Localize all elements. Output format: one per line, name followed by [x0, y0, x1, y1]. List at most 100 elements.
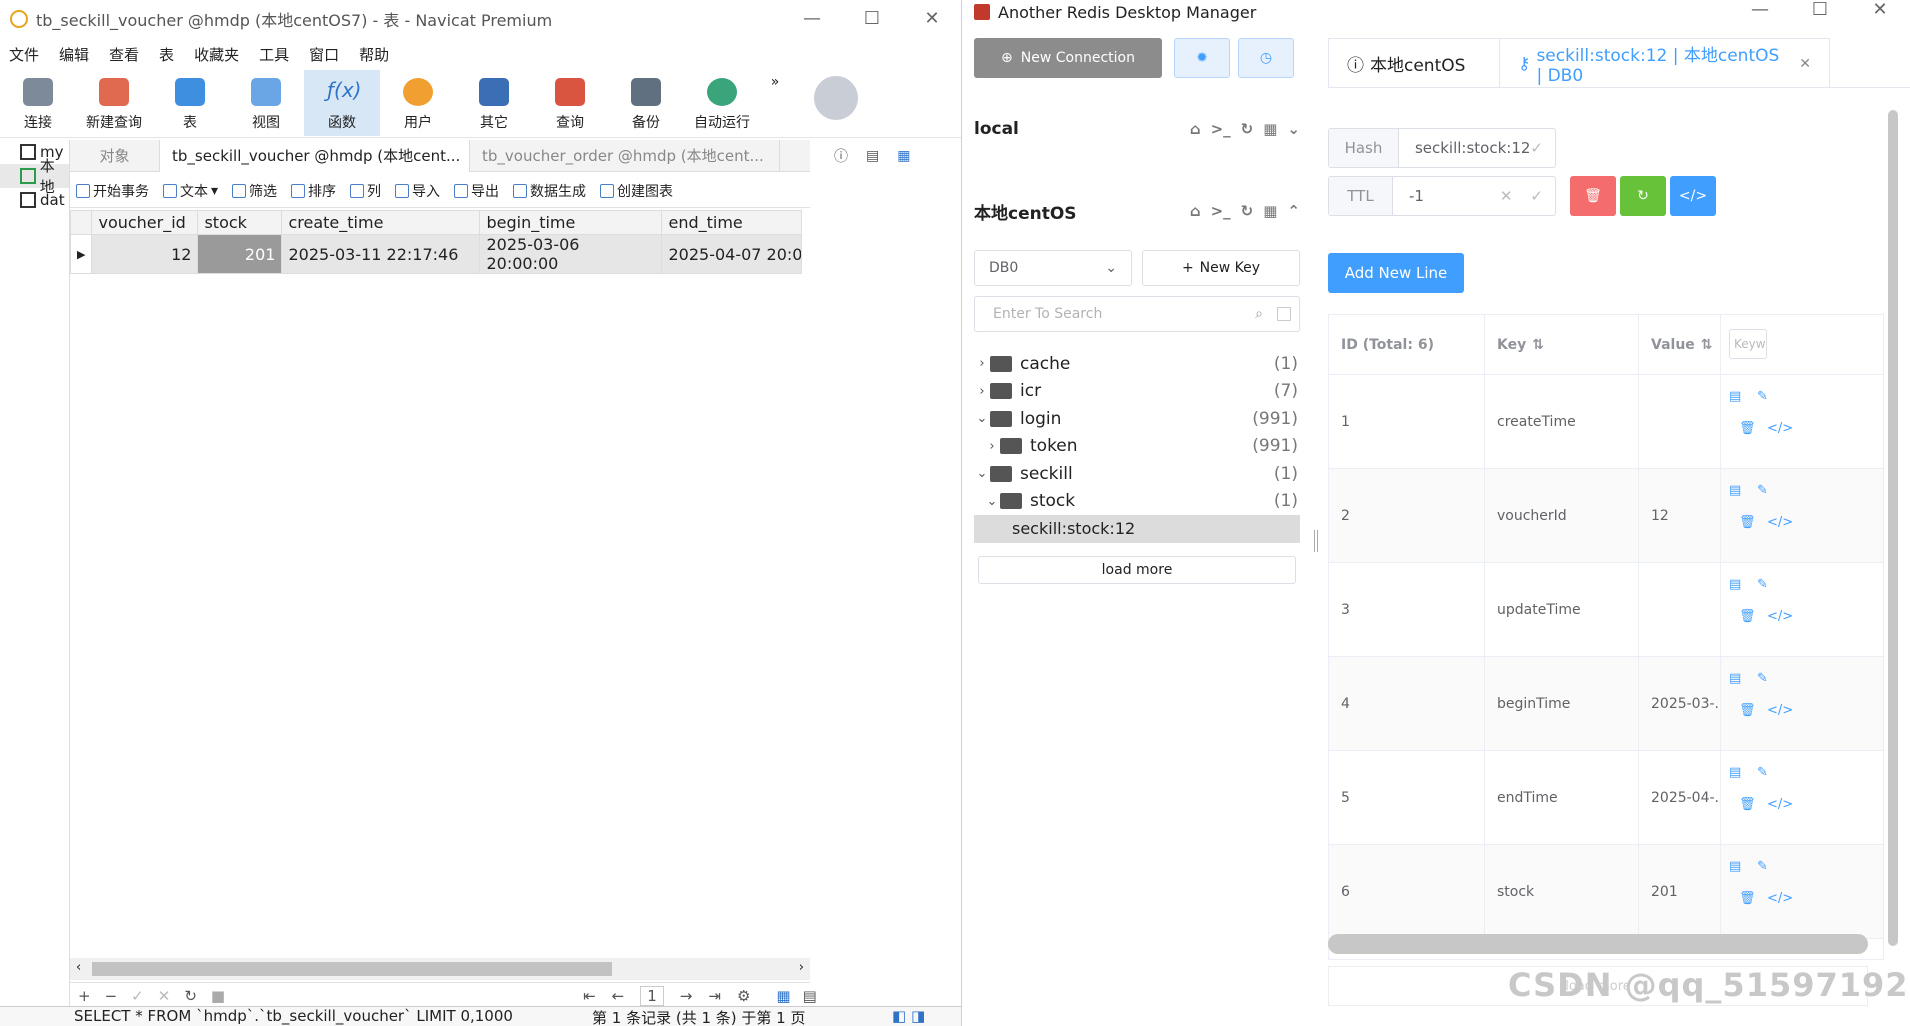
tree-node-local[interactable]: 本地	[0, 157, 69, 196]
edit-icon[interactable]: ✎	[1757, 765, 1768, 780]
dump-command-button[interactable]: </>	[1670, 176, 1716, 216]
menu-file[interactable]: 文件	[0, 40, 50, 70]
tree-folder-cache[interactable]: › cache (1)	[974, 350, 1300, 378]
text-button[interactable]: 文本 ▾	[163, 181, 218, 201]
tree-folder-login[interactable]: ⌄ login (991)	[974, 405, 1300, 433]
scroll-right-icon[interactable]: ›	[799, 960, 804, 975]
copy-icon[interactable]: ▤	[1729, 577, 1741, 592]
code-icon[interactable]: </>	[1767, 515, 1793, 530]
edit-icon[interactable]: ✎	[1757, 671, 1768, 686]
maximize-icon[interactable]: ☐	[842, 0, 902, 38]
tab-server-status[interactable]: ⓘ 本地centOS	[1328, 38, 1500, 88]
code-icon[interactable]: </>	[1767, 891, 1793, 906]
begin-transaction-button[interactable]: 开始事务	[76, 181, 149, 201]
sort-icon[interactable]: ⇅	[1532, 337, 1544, 353]
info-icon[interactable]: ⓘ	[834, 146, 848, 166]
vertical-scrollbar[interactable]	[1888, 110, 1898, 946]
refresh-icon[interactable]: ↻	[184, 987, 197, 1005]
menu-window[interactable]: 窗口	[300, 40, 350, 70]
table-row[interactable]: 5 endTime 2025-04-... ▤ ✎ 🗑 </>	[1329, 751, 1883, 845]
key-search-input[interactable]: Enter To Search ⌕	[974, 296, 1300, 332]
apply-icon[interactable]: ✓	[131, 987, 144, 1005]
trash-icon[interactable]: 🗑	[1739, 421, 1756, 436]
column-header-stock[interactable]: stock	[197, 210, 283, 235]
menu-help[interactable]: 帮助	[350, 40, 400, 70]
close-icon[interactable]: ✕	[902, 0, 961, 38]
stop-icon[interactable]: ■	[211, 987, 225, 1005]
clear-icon[interactable]: ✕	[1500, 187, 1531, 205]
ttl-input[interactable]: -1	[1393, 187, 1500, 205]
copy-icon[interactable]: ▤	[1729, 671, 1741, 686]
table-row[interactable]: 1 createTime ▤ ✎ 🗑 </>	[1329, 375, 1883, 469]
cell-create-time[interactable]: 2025-03-11 22:17:46	[281, 234, 481, 274]
add-record-icon[interactable]: +	[78, 987, 91, 1005]
tree-folder-icr[interactable]: › icr (7)	[974, 378, 1300, 406]
tree-folder-stock[interactable]: ⌄ stock (1)	[974, 488, 1300, 516]
code-icon[interactable]: </>	[1767, 421, 1793, 436]
new-connection-button[interactable]: ⊕ New Connection	[974, 38, 1162, 78]
key-name-input[interactable]: seckill:stock:12	[1399, 139, 1530, 157]
cell-end-time[interactable]: 2025-04-07 20:00:	[661, 234, 803, 274]
column-header-begin-time[interactable]: begin_time	[479, 210, 663, 235]
table-row[interactable]: 3 updateTime ▤ ✎ 🗑 </>	[1329, 563, 1883, 657]
sort-icon[interactable]: ⇅	[1701, 337, 1713, 353]
settings-icon[interactable]: ⚙	[737, 987, 750, 1005]
header-key[interactable]: Key ⇅	[1485, 315, 1639, 375]
toolbar-connect-button[interactable]: 连接	[0, 70, 76, 136]
toolbar-other-button[interactable]: 其它	[456, 70, 532, 136]
edit-icon[interactable]: ✎	[1757, 577, 1768, 592]
tab-voucher-order[interactable]: tb_voucher_order @hmdp (本地cent...	[470, 140, 780, 172]
menu-edit[interactable]: 编辑	[50, 40, 100, 70]
trash-icon[interactable]: 🗑	[1739, 703, 1756, 718]
tree-folder-seckill[interactable]: ⌄ seckill (1)	[974, 460, 1300, 488]
maximize-icon[interactable]: ☐	[1790, 0, 1850, 24]
toolbar-query-button[interactable]: 查询	[532, 70, 608, 136]
load-more-button[interactable]: load more	[978, 556, 1296, 584]
table-row[interactable]: 4 beginTime 2025-03-... ▤ ✎ 🗑 </>	[1329, 657, 1883, 751]
delete-record-icon[interactable]: −	[105, 987, 118, 1005]
trash-icon[interactable]: 🗑	[1739, 609, 1756, 624]
ddl-icon[interactable]: ▤	[866, 148, 879, 164]
trash-icon[interactable]: 🗑	[1739, 515, 1756, 530]
history-button[interactable]: ◷	[1238, 38, 1294, 78]
data-generation-button[interactable]: 数据生成	[513, 181, 586, 201]
cell-stock[interactable]: 201	[197, 234, 283, 274]
header-value[interactable]: Value ⇅	[1639, 315, 1721, 375]
home-icon[interactable]: ⌂	[1190, 120, 1201, 138]
page-number-input[interactable]: 1	[640, 985, 664, 1006]
exact-search-checkbox[interactable]	[1277, 307, 1291, 321]
trash-icon[interactable]: 🗑	[1739, 891, 1756, 906]
trash-icon[interactable]: 🗑	[1739, 797, 1756, 812]
tree-key-seckill-stock-12[interactable]: seckill:stock:12	[974, 515, 1300, 543]
table-row[interactable]: ▶ 12 201 2025-03-11 22:17:46 2025-03-06 …	[69, 234, 803, 274]
edit-icon[interactable]: ✎	[1757, 859, 1768, 874]
column-header-voucher-id[interactable]: voucher_id	[91, 210, 199, 235]
first-page-icon[interactable]: ⇤	[583, 987, 596, 1005]
create-chart-button[interactable]: 创建图表	[600, 181, 673, 201]
import-button[interactable]: 导入	[395, 181, 440, 201]
edit-icon[interactable]: ✎	[1757, 483, 1768, 498]
copy-icon[interactable]: ▤	[1729, 483, 1741, 498]
copy-icon[interactable]: ▤	[1729, 389, 1741, 404]
panel-splitter[interactable]	[1314, 530, 1318, 552]
cell-voucher-id[interactable]: 12	[91, 234, 199, 274]
copy-icon[interactable]: ▤	[1729, 765, 1741, 780]
connection-local-centos[interactable]: 本地centOS ⌂ >_ ↻ ▦ ⌃	[974, 196, 1300, 226]
menu-favorites[interactable]: 收藏夹	[185, 40, 250, 70]
close-icon[interactable]: ✕	[1850, 0, 1910, 24]
tab-seckill-voucher[interactable]: tb_seckill_voucher @hmdp (本地cent...	[160, 140, 470, 172]
refresh-key-button[interactable]: ↻	[1620, 176, 1666, 216]
horizontal-scrollbar[interactable]: ‹ ›	[70, 958, 810, 980]
columns-button[interactable]: 列	[350, 181, 381, 201]
minimize-icon[interactable]: —	[1730, 0, 1790, 24]
export-button[interactable]: 导出	[454, 181, 499, 201]
new-key-button[interactable]: + New Key	[1142, 250, 1300, 286]
toolbar-function-button[interactable]: ƒ(x) 函数	[304, 70, 380, 136]
avatar[interactable]	[814, 76, 858, 120]
table-horizontal-scrollbar[interactable]	[1328, 934, 1868, 954]
code-icon[interactable]: </>	[1767, 797, 1793, 812]
filter-button[interactable]: 筛选	[232, 181, 277, 201]
tab-close-icon[interactable]: ✕	[1799, 56, 1811, 72]
toolbar-new-query-button[interactable]: 新建查询	[76, 70, 152, 136]
key-filter-input[interactable]: Keyw	[1729, 329, 1767, 359]
